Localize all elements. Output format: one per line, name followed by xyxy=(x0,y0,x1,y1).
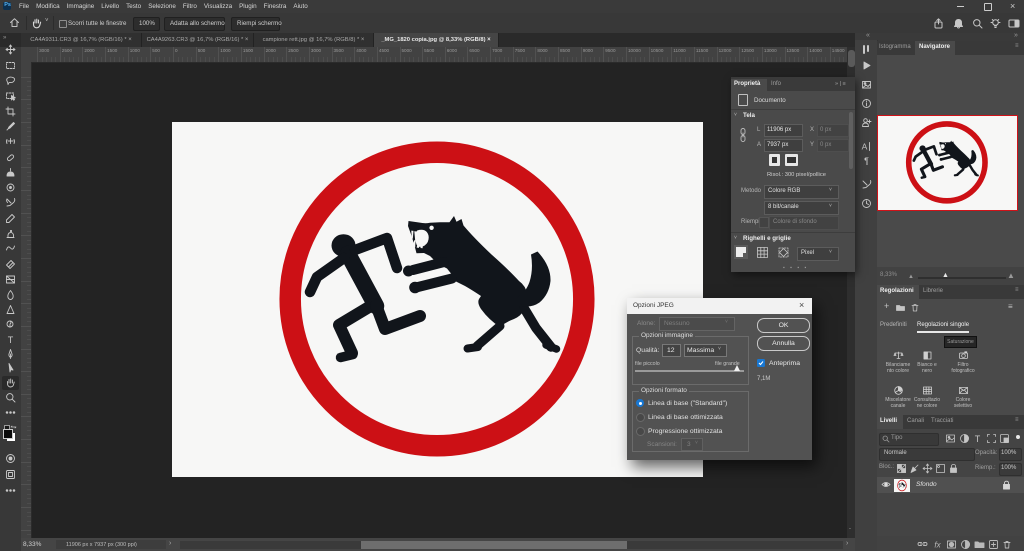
svg-text:fx: fx xyxy=(934,540,941,549)
svg-text:¶: ¶ xyxy=(864,156,869,166)
svg-text:T: T xyxy=(975,434,981,444)
svg-text:T: T xyxy=(8,335,14,345)
svg-text:A: A xyxy=(861,141,867,151)
